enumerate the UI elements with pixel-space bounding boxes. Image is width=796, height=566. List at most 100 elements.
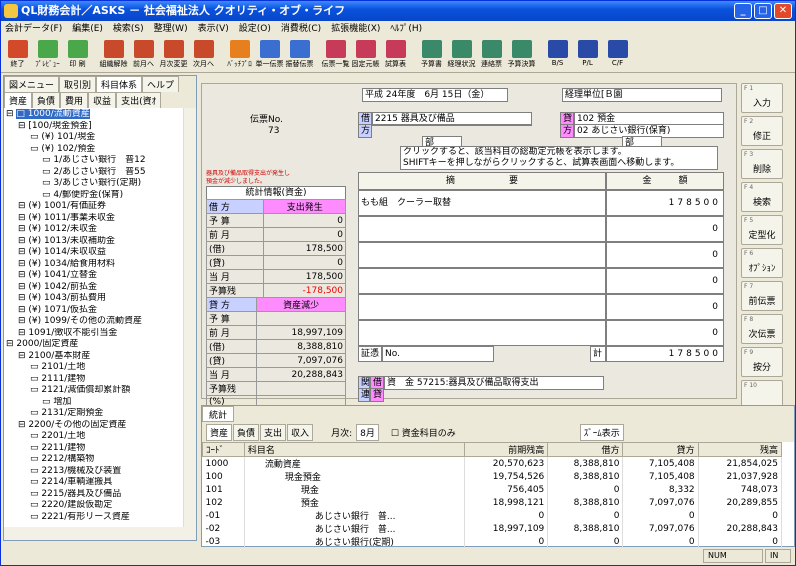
tree-node[interactable]: ▭ 2131/定期預金 (6, 408, 196, 420)
menu-item-3[interactable]: 整理(W) (154, 21, 188, 37)
accounting-unit-field[interactable]: 経理単位[Ｂ園 (562, 88, 722, 102)
tree-node[interactable]: ▭ 2201/土地 (6, 431, 196, 443)
function-key-5[interactable]: F 5 定型化 (741, 215, 783, 245)
grid-tab-3[interactable]: 収入 (287, 423, 314, 441)
menu-item-1[interactable]: 編集(E) (72, 21, 103, 37)
grid-header-cell[interactable]: 前期残高 (463, 442, 549, 457)
tree-node[interactable]: ▭ 4/郵便貯金(保育) (6, 190, 196, 202)
menu-item-6[interactable]: 消費税(C) (281, 21, 321, 37)
line-amount[interactable]: 178500 (606, 190, 724, 216)
month-selector[interactable]: 8月 (356, 423, 379, 441)
tree-node[interactable]: ⊟ 2000/固定資産 (6, 339, 196, 351)
grid-header-cell[interactable]: ｺｰﾄﾞ (202, 442, 245, 457)
toolbar-button-0[interactable]: 終了 (3, 37, 32, 71)
left-tab-0[interactable]: 図メニュー (4, 76, 60, 92)
evidence-no-field[interactable]: No. (382, 346, 494, 362)
left-tab-1[interactable]: 取引別 (59, 76, 97, 92)
tree-node[interactable]: ▭ 2213/機械及び装置 (6, 466, 196, 478)
tree-node[interactable]: ▭ 2220/建設仮勘定 (6, 500, 196, 512)
tree-node[interactable]: ▭ 2211/建物 (6, 443, 196, 455)
grid-row[interactable]: 100 現金預金 19,754,526 8,388,810 7,105,408 21,03… (202, 470, 783, 483)
toolbar-button-12[interactable]: 試算表 (381, 37, 410, 71)
toolbar-button-1[interactable]: ﾌﾟﾚﾋﾞｭｰ (33, 37, 62, 71)
tree-node[interactable]: ⊟ (¥) 1099/その他の流動資産 (6, 316, 196, 328)
toolbar-button-5[interactable]: 月次変更 (159, 37, 188, 71)
tree-node[interactable]: ⊟ (¥) 1042/前払金 (6, 282, 196, 294)
grid-header-cell[interactable]: 借方 (547, 442, 624, 457)
tree-node[interactable]: ⊟ (¥) 1013/未収補助金 (6, 236, 196, 248)
tree-node[interactable]: ▭ 1/あじさい銀行 普12 (6, 155, 196, 167)
tree-node[interactable]: ⊟ (¥) 1011/事業未収金 (6, 213, 196, 225)
category-tab-0[interactable]: 資産 (4, 92, 33, 108)
toolbar-button-3[interactable]: 組織解除 (99, 37, 128, 71)
line-amount[interactable]: 0 (606, 216, 724, 242)
funds-only-checkbox[interactable]: ☐ 資金科目のみ (391, 426, 456, 439)
toolbar-button-9[interactable]: 振替伝票 (285, 37, 314, 71)
tree-node[interactable]: ▭ 2/あじさい銀行 普55 (6, 167, 196, 179)
toolbar-button-4[interactable]: 前月へ (129, 37, 158, 71)
tree-node[interactable]: ⊟ (¥) 1001/有価証券 (6, 201, 196, 213)
maximize-button[interactable]: □ (754, 3, 772, 19)
line-description[interactable] (358, 268, 606, 294)
line-description[interactable]: もも組 クーラー取替 (358, 190, 606, 216)
toolbar-button-13[interactable]: 予算書 (417, 37, 446, 71)
debit-sub-field[interactable] (372, 124, 532, 126)
function-key-4[interactable]: F 4 検索 (741, 182, 783, 212)
toolbar-button-17[interactable]: B/S (543, 37, 572, 71)
tree-node[interactable]: ▭ 2215/器具及び備品 (6, 489, 196, 501)
toolbar-button-7[interactable]: ﾊﾞｯﾁﾌﾟﾛ (225, 37, 254, 71)
line-amount[interactable]: 0 (606, 320, 724, 346)
function-key-3[interactable]: F 3 削除 (741, 149, 783, 179)
tree-node[interactable]: ⊟ (¥) 1014/未収収益 (6, 247, 196, 259)
tree-node[interactable]: ⊟ □ 1000/流動資産 (6, 109, 196, 121)
function-key-7[interactable]: F 7 前伝票 (741, 281, 783, 311)
line-description[interactable] (358, 294, 606, 320)
grid-row[interactable]: 102 預金 18,998,121 8,388,810 7,097,076 20,289,… (202, 496, 783, 509)
grid-tab-2[interactable]: 支出 (260, 423, 287, 441)
grid-row[interactable]: -01 あじさい銀行 普... 0 0 0 0 (202, 509, 783, 522)
menu-item-4[interactable]: 表示(V) (198, 21, 229, 37)
tree-node[interactable]: ▭ (¥) 102/預金 (6, 144, 196, 156)
tree-node[interactable]: ⊟ (¥) 1041/立替金 (6, 270, 196, 282)
function-key-2[interactable]: F 2 修正 (741, 116, 783, 146)
toolbar-button-18[interactable]: P/L (573, 37, 602, 71)
close-button[interactable]: ✕ (774, 3, 792, 19)
line-amount[interactable]: 0 (606, 294, 724, 320)
category-tab-1[interactable]: 負債 (32, 92, 61, 108)
tree-node[interactable]: ▭ 2101/土地 (6, 362, 196, 374)
date-field[interactable]: 平成 24年度 6月 15日（金） (362, 88, 508, 102)
tree-node[interactable]: ⊟ 2100/基本財産 (6, 351, 196, 363)
tree-node[interactable]: ⊟ (¥) 1012/未収金 (6, 224, 196, 236)
function-key-6[interactable]: F 6 ｵﾌﾟｼｮﾝ (741, 248, 783, 278)
tab-statistics[interactable]: 統計 (202, 406, 235, 422)
toolbar-button-14[interactable]: 経理状況 (447, 37, 476, 71)
grid-row[interactable]: -02 あじさい銀行 普... 18,997,109 8,388,810 7,097,0… (202, 522, 783, 535)
menu-item-7[interactable]: 拡張機能(X) (331, 21, 380, 37)
toolbar-button-16[interactable]: 予算決算 (507, 37, 536, 71)
grid-row[interactable]: 1000 流動資産 20,570,623 8,388,810 7,105,408 21,8… (202, 456, 783, 470)
category-tab-4[interactable]: 支出(資ｵ (116, 92, 162, 108)
tree-node[interactable]: ▭ 増加 (6, 397, 196, 409)
tree-node[interactable]: ▭ 3/あじさい銀行(定期) (6, 178, 196, 190)
grid-header-cell[interactable]: 貸方 (622, 442, 699, 457)
tree-node[interactable]: ⊟ [100/現金預金] (6, 121, 196, 133)
line-amount[interactable]: 0 (606, 268, 724, 294)
toolbar-button-15[interactable]: 連絡票 (477, 37, 506, 71)
left-tab-3[interactable]: ヘルプ (142, 76, 180, 92)
menu-item-0[interactable]: 会計データ(F) (5, 21, 62, 37)
toolbar-button-19[interactable]: C/F (603, 37, 632, 71)
grid-tab-1[interactable]: 負債 (233, 423, 260, 441)
category-tab-3[interactable]: 収益 (88, 92, 117, 108)
tree-node[interactable]: ⊟ (¥) 1043/前払費用 (6, 293, 196, 305)
tree-node[interactable]: ▭ 2221/有形リース資産 (6, 512, 196, 524)
line-description[interactable] (358, 216, 606, 242)
function-key-8[interactable]: F 8 次伝票 (741, 314, 783, 344)
tree-node[interactable]: ▭ 2121/減価償却累計額 (6, 385, 196, 397)
zoom-button[interactable]: ｽﾞｰﾑ表示 (579, 423, 624, 441)
line-description[interactable] (358, 242, 606, 268)
line-amount[interactable]: 0 (606, 242, 724, 268)
tree-node[interactable]: ▭ 2214/車輌運搬具 (6, 477, 196, 489)
grid-tab-0[interactable]: 資産 (206, 423, 233, 441)
related-entry[interactable]: 資 金 57215:器具及び備品取得支出 (384, 376, 604, 390)
menu-item-2[interactable]: 検索(S) (113, 21, 144, 37)
